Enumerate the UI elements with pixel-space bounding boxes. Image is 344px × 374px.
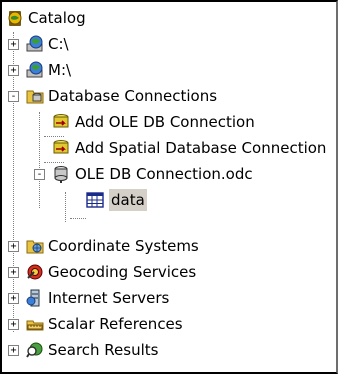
tree-item-label: C:\: [48, 35, 69, 53]
expand-toggle[interactable]: +: [8, 319, 19, 330]
database-folder-icon: [26, 90, 44, 104]
tree-item-label: M:\: [48, 61, 72, 79]
scalar-ruler-icon: [26, 320, 44, 331]
add-connection-icon: [53, 114, 69, 128]
drive-globe-icon: [26, 61, 43, 78]
coordinate-systems-icon: [26, 240, 44, 254]
expand-toggle[interactable]: +: [8, 345, 19, 356]
tree-root-catalog[interactable]: Catalog: [2, 6, 332, 30]
tree-item-label: Internet Servers: [48, 289, 170, 307]
geocoding-icon: [27, 264, 43, 280]
expand-toggle[interactable]: +: [8, 267, 19, 278]
collapse-toggle[interactable]: -: [8, 91, 19, 102]
tree-item-label: Database Connections: [48, 87, 218, 105]
tree-item-label: Geocoding Services: [48, 263, 197, 281]
collapse-toggle[interactable]: -: [34, 169, 45, 180]
tree-item-label: Add Spatial Database Connection: [75, 139, 327, 157]
tree-item-label: Scalar References: [48, 315, 183, 333]
drive-globe-icon: [26, 35, 43, 52]
tree-line: [70, 218, 86, 219]
tree-item-m-drive[interactable]: + M:\: [2, 58, 332, 82]
tree-item-label: Search Results: [48, 341, 159, 359]
tree-item-geocoding-services[interactable]: + Geocoding Services: [2, 260, 332, 284]
tree-item-label: OLE DB Connection.odc: [75, 165, 253, 183]
tree-item-label: Add OLE DB Connection: [75, 113, 255, 131]
tree-item-label: Coordinate Systems: [48, 237, 199, 255]
add-connection-icon: [53, 140, 69, 154]
expand-toggle[interactable]: +: [8, 39, 19, 50]
catalog-tree-panel: Catalog + C:\ + M:\ - Database Connectio…: [0, 0, 338, 374]
database-icon: [54, 166, 68, 183]
tree-item-label: Catalog: [28, 9, 86, 27]
expand-toggle[interactable]: +: [8, 293, 19, 304]
tree-item-data[interactable]: data: [2, 188, 332, 212]
expand-toggle[interactable]: +: [8, 65, 19, 76]
tree-item-label: data: [109, 189, 147, 211]
tree-item-internet-servers[interactable]: + Internet Servers: [2, 286, 332, 310]
internet-servers-icon: [26, 289, 40, 307]
search-results-icon: [26, 342, 43, 358]
tree-item-ole-db-connection-odc[interactable]: - OLE DB Connection.odc: [2, 162, 332, 186]
catalog-globe-icon: [8, 11, 22, 26]
tree-item-add-spatial-database-connection[interactable]: Add Spatial Database Connection: [2, 136, 332, 160]
tree-item-search-results[interactable]: + Search Results: [2, 338, 332, 362]
expand-toggle[interactable]: +: [8, 241, 19, 252]
tree-item-scalar-references[interactable]: + Scalar References: [2, 312, 332, 336]
tree-item-c-drive[interactable]: + C:\: [2, 32, 332, 56]
tree-item-database-connections[interactable]: - Database Connections: [2, 84, 332, 108]
table-icon: [86, 192, 104, 208]
tree-item-add-ole-db-connection[interactable]: Add OLE DB Connection: [2, 110, 332, 134]
tree-item-coordinate-systems[interactable]: + Coordinate Systems: [2, 234, 332, 258]
